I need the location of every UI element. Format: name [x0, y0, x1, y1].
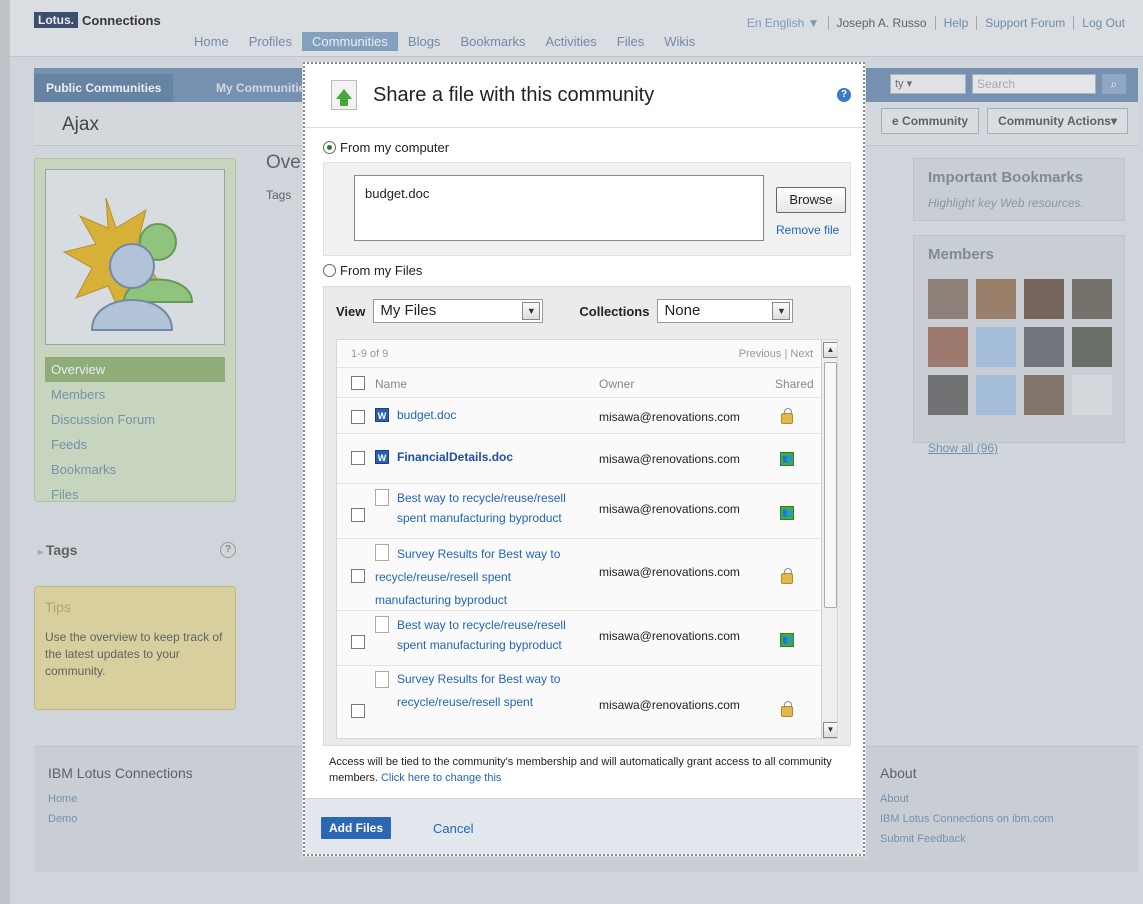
- scroll-down-icon[interactable]: ▼: [823, 722, 837, 738]
- help-icon[interactable]: ?: [837, 88, 851, 102]
- list-count: 1-9 of 9: [351, 348, 389, 360]
- file-owner: misawa@renovations.com: [599, 410, 740, 424]
- dialog-footer: Add Files Cancel: [305, 798, 863, 854]
- collections-select-value: None: [664, 302, 701, 319]
- document-icon: [375, 671, 389, 688]
- change-access-link[interactable]: Click here to change this: [381, 772, 501, 784]
- file-owner: misawa@renovations.com: [599, 452, 740, 466]
- file-list: 1-9 of 9 Previous | Next Name Owner Shar…: [336, 339, 838, 739]
- file-checkbox[interactable]: [351, 635, 365, 649]
- scroll-up-icon[interactable]: ▲: [823, 342, 837, 358]
- chevron-down-icon[interactable]: ▼: [772, 302, 791, 320]
- file-name-link[interactable]: FinancialDetails.doc: [397, 446, 513, 469]
- from-computer-label: From my computer: [340, 140, 450, 155]
- file-owner: misawa@renovations.com: [599, 565, 740, 579]
- shared-people-icon: 👥: [780, 452, 794, 466]
- from-computer-radio[interactable]: [323, 141, 336, 154]
- list-pager[interactable]: Previous | Next: [739, 348, 813, 360]
- lock-icon: [781, 701, 793, 717]
- column-shared[interactable]: Shared: [775, 377, 814, 391]
- document-icon: [375, 616, 389, 633]
- view-select[interactable]: My Files ▼: [373, 299, 544, 323]
- upload-panel: budget.doc Browse Remove file: [323, 162, 851, 256]
- file-name-link[interactable]: Survey Results for Best way to recycle/r…: [375, 543, 585, 612]
- from-files-option[interactable]: From my Files: [323, 263, 422, 278]
- access-note: Access will be tied to the community's m…: [329, 754, 837, 786]
- remove-file-link[interactable]: Remove file: [776, 223, 839, 237]
- selected-file-field[interactable]: budget.doc: [354, 175, 764, 241]
- from-files-label: From my Files: [340, 263, 423, 278]
- file-row[interactable]: W budget.doc misawa@renovations.com: [337, 399, 821, 434]
- file-owner: misawa@renovations.com: [599, 698, 740, 712]
- column-owner[interactable]: Owner: [599, 377, 634, 391]
- from-computer-option[interactable]: From my computer: [323, 140, 449, 155]
- file-row[interactable]: Best way to recycle/reuse/resell spent m…: [337, 484, 821, 539]
- filter-row: View My Files ▼ Collections None ▼: [336, 299, 794, 323]
- file-owner: misawa@renovations.com: [599, 502, 740, 516]
- upload-arrow-stem: [340, 98, 348, 106]
- column-name[interactable]: Name: [375, 377, 407, 391]
- file-name-link[interactable]: Best way to recycle/reuse/resell spent m…: [397, 488, 587, 528]
- collections-select[interactable]: None ▼: [657, 299, 794, 323]
- lock-icon: [781, 568, 793, 584]
- select-all-checkbox[interactable]: [351, 376, 365, 390]
- file-row[interactable]: W FinancialDetails.doc misawa@renovation…: [337, 434, 821, 484]
- my-files-panel: View My Files ▼ Collections None ▼ 1-9 o…: [323, 286, 851, 746]
- file-name-link[interactable]: budget.doc: [397, 404, 456, 427]
- upload-file-icon: [331, 80, 357, 110]
- cancel-link[interactable]: Cancel: [433, 821, 473, 836]
- from-files-radio[interactable]: [323, 264, 336, 277]
- dialog-header: Share a file with this community ?: [305, 64, 863, 128]
- shared-people-icon: 👥: [780, 506, 794, 520]
- lock-icon: [781, 408, 793, 424]
- list-header: Name Owner Shared: [337, 368, 821, 398]
- file-list-scrollbar[interactable]: ▲ ▼: [821, 340, 837, 738]
- browse-button[interactable]: Browse: [776, 187, 846, 213]
- file-checkbox[interactable]: [351, 410, 365, 424]
- file-row[interactable]: Survey Results for Best way to recycle/r…: [337, 539, 821, 611]
- chevron-down-icon[interactable]: ▼: [522, 302, 541, 320]
- word-document-icon: W: [375, 408, 389, 422]
- scrollbar-thumb[interactable]: [824, 362, 837, 608]
- file-checkbox[interactable]: [351, 569, 365, 583]
- collections-label: Collections: [579, 303, 650, 319]
- document-icon: [375, 489, 389, 506]
- view-label: View: [336, 303, 366, 319]
- dialog-title: Share a file with this community: [373, 84, 655, 106]
- file-checkbox[interactable]: [351, 451, 365, 465]
- file-row[interactable]: Best way to recycle/reuse/resell spent m…: [337, 611, 821, 666]
- view-select-value: My Files: [380, 302, 437, 319]
- shared-people-icon: 👥: [780, 633, 794, 647]
- file-row[interactable]: Survey Results for Best way to recycle/r…: [337, 666, 821, 738]
- add-files-button[interactable]: Add Files: [321, 817, 392, 839]
- file-checkbox[interactable]: [351, 704, 365, 718]
- share-file-dialog: Share a file with this community ? From …: [303, 62, 865, 856]
- list-paging-bar: 1-9 of 9 Previous | Next: [337, 340, 821, 368]
- file-name-link[interactable]: Survey Results for Best way to recycle/r…: [397, 668, 587, 714]
- file-name-link[interactable]: Best way to recycle/reuse/resell spent m…: [397, 615, 587, 655]
- file-owner: misawa@renovations.com: [599, 629, 740, 643]
- word-document-icon: W: [375, 450, 389, 464]
- file-checkbox[interactable]: [351, 508, 365, 522]
